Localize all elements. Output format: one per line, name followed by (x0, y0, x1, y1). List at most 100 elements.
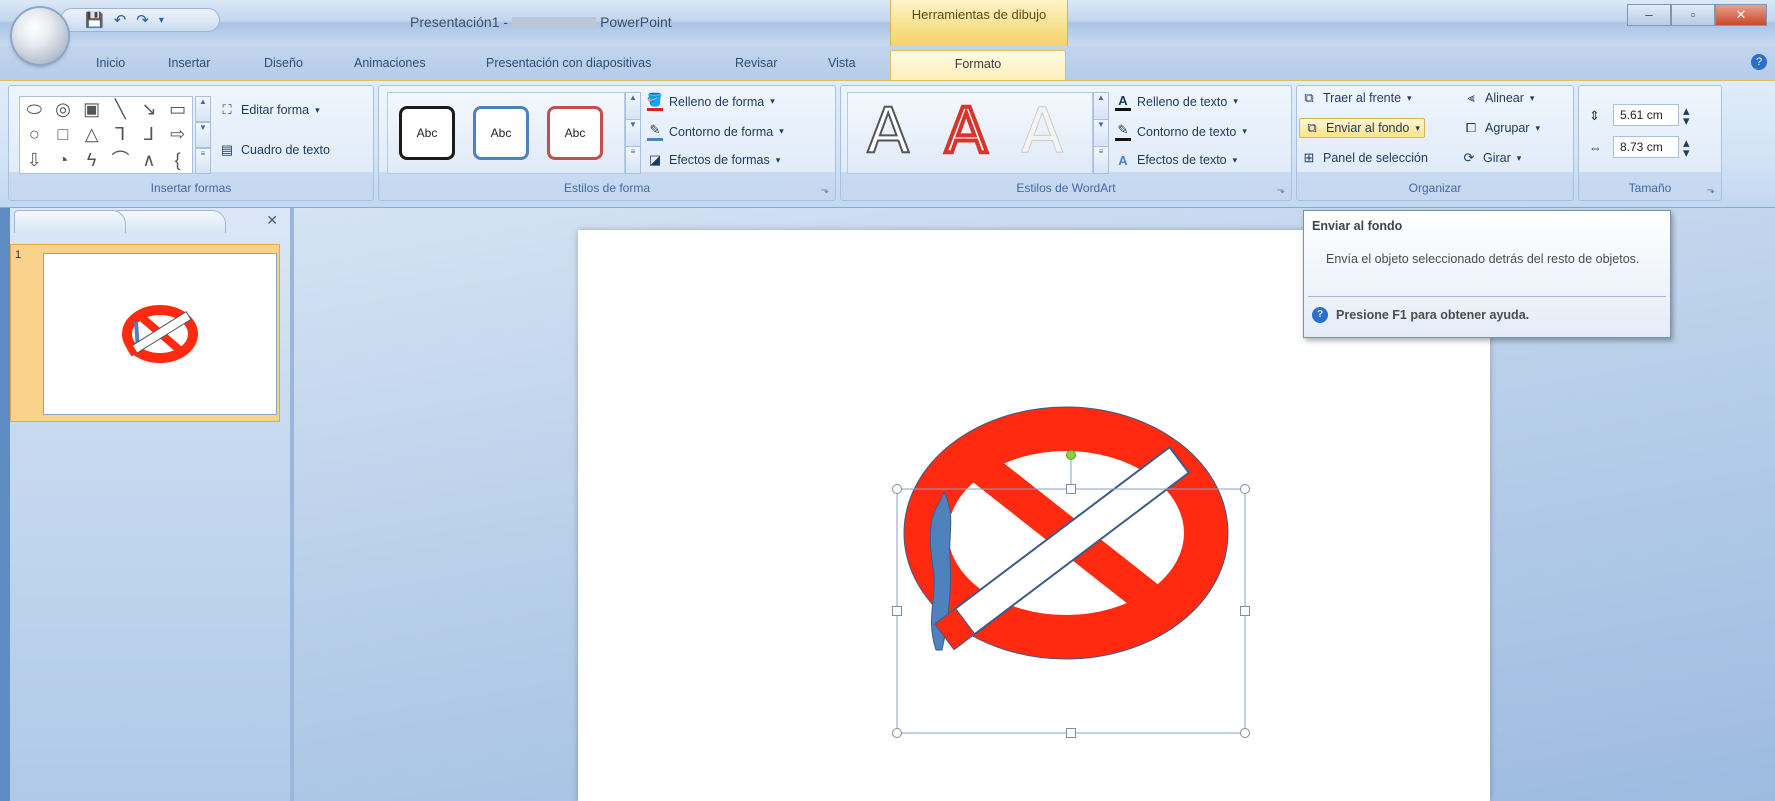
dialog-launcher-icon[interactable]: ⬎ (1277, 185, 1285, 196)
tab-formato[interactable]: Formato (890, 50, 1066, 80)
contorno-de-forma-button[interactable]: ✎ Contorno de forma ▾ (647, 122, 784, 141)
resize-handle-top-left[interactable] (892, 484, 902, 494)
styles-scroll-up[interactable]: ▲ (625, 92, 641, 120)
elbow-arrow-icon[interactable]: ⅃ (135, 122, 164, 147)
panel-de-seleccion-button[interactable]: ⊞ Panel de selección (1301, 150, 1428, 166)
slide-thumbnail-selected[interactable]: 1 (10, 244, 280, 422)
girar-button[interactable]: ⟳ Girar ▾ (1461, 150, 1522, 166)
shape-style-preset-2[interactable]: Abc (473, 106, 529, 160)
traer-al-frente-button[interactable]: ⧉ Traer al frente ▾ (1301, 90, 1411, 106)
resize-handle-top-right[interactable] (1240, 484, 1250, 494)
gallery-scroll-down[interactable]: ▼ (195, 122, 211, 148)
styles-scroll-down[interactable]: ▼ (625, 119, 641, 147)
relleno-de-forma-button[interactable]: 🪣 Relleno de forma ▾ (647, 92, 775, 111)
dialog-launcher-icon[interactable]: ⬎ (1707, 185, 1715, 196)
height-spinner[interactable]: ▴ ▾ (1683, 104, 1690, 127)
tooltip-description: Envía el objeto seleccionado detrás del … (1326, 252, 1640, 266)
styles-more[interactable]: ≡ (625, 146, 641, 174)
tab-inicio[interactable]: Inicio (96, 56, 125, 70)
shapes-gallery[interactable]: ⬭ ◎ ▣ ╲ ↘ ▭ ○ □ △ ⅂ ⅃ ⇨ ⇩ ◔ ϟ ⌒ ∧ { (19, 96, 193, 174)
wordart-style-outline[interactable]: A (866, 95, 910, 167)
triangle-shape-icon[interactable]: △ (77, 122, 106, 147)
resize-handle-bottom-right[interactable] (1240, 728, 1250, 738)
tab-vista[interactable]: Vista (828, 56, 856, 70)
rectangle-shape-icon[interactable]: ▭ (163, 97, 192, 122)
wordart-style-light[interactable]: A (1020, 95, 1063, 166)
alinear-button[interactable]: ⫷ Alinear ▾ (1463, 90, 1534, 106)
brace-shape-icon[interactable]: { (163, 148, 192, 173)
tab-slides[interactable] (14, 210, 126, 233)
maximize-button[interactable]: ▫ (1671, 4, 1715, 26)
shape-style-preset-3[interactable]: Abc (547, 106, 603, 160)
angle-shape-icon[interactable]: ∧ (135, 148, 164, 173)
wordart-scroll-up[interactable]: ▲ (1093, 92, 1109, 120)
office-button[interactable] (12, 8, 68, 64)
enviar-al-fondo-button[interactable]: ⧉ Enviar al fondo ▾ (1299, 118, 1425, 138)
send-to-back-icon: ⧉ (1307, 120, 1317, 135)
undo-icon[interactable]: ↶ (114, 11, 127, 29)
group-icon: ⧠ (1465, 120, 1477, 135)
pane-tabs: ✕ (10, 208, 290, 234)
width-spinner[interactable]: ▴ ▾ (1683, 136, 1690, 159)
minimize-button[interactable]: – (1627, 4, 1671, 26)
resize-handle-left[interactable] (892, 606, 902, 616)
relleno-de-texto-button[interactable]: A Relleno de texto ▾ (1115, 92, 1238, 111)
slide-thumbnail[interactable] (43, 253, 277, 415)
shape-style-preset-1[interactable]: Abc (399, 106, 455, 160)
gallery-scroll-up[interactable]: ▲ (195, 96, 211, 122)
line-shape-icon[interactable]: ╲ (106, 97, 135, 122)
editar-forma-button[interactable]: ⛶ Editar forma ▾ (219, 102, 319, 118)
tab-animaciones[interactable]: Animaciones (354, 56, 426, 70)
wordart-more[interactable]: ≡ (1093, 146, 1109, 174)
agrupar-button[interactable]: ⧠ Agrupar ▾ (1463, 120, 1540, 136)
resize-handle-bottom[interactable] (1066, 728, 1076, 738)
tab-outline[interactable] (114, 210, 226, 233)
tab-presentacion[interactable]: Presentación con diapositivas (486, 56, 651, 70)
dialog-launcher-icon[interactable]: ⬎ (821, 185, 829, 196)
right-arrow-shape-icon[interactable]: ⇨ (163, 122, 192, 147)
redo-icon[interactable]: ↷ (136, 11, 149, 29)
down-arrow-shape-icon[interactable]: ⇩ (20, 148, 49, 173)
resize-handle-top[interactable] (1066, 484, 1076, 494)
cuadro-de-texto-button[interactable]: ▤ Cuadro de texto (219, 142, 330, 158)
rotation-handle[interactable] (1066, 450, 1076, 460)
bring-to-front-icon: ⧉ (1304, 90, 1314, 105)
close-pane-icon[interactable]: ✕ (266, 212, 278, 229)
arrow-line-shape-icon[interactable]: ↘ (135, 97, 164, 122)
resize-handle-bottom-left[interactable] (892, 728, 902, 738)
contorno-de-texto-button[interactable]: ✎ Contorno de texto ▾ (1115, 122, 1247, 141)
elbow-connector-icon[interactable]: ⅂ (106, 122, 135, 147)
ribbon: ⬭ ◎ ▣ ╲ ↘ ▭ ○ □ △ ⅂ ⅃ ⇨ ⇩ ◔ ϟ ⌒ ∧ { ▲ ▼ … (0, 80, 1775, 208)
tab-diseno[interactable]: Diseño (264, 56, 303, 70)
tab-revisar[interactable]: Revisar (735, 56, 777, 70)
tab-insertar[interactable]: Insertar (168, 56, 210, 70)
wordart-style-red[interactable]: A (943, 94, 989, 168)
close-button[interactable]: ✕ (1715, 4, 1767, 26)
curve-shape-icon[interactable]: ⌒ (106, 148, 135, 173)
ellipse-shape-icon[interactable]: ○ (20, 122, 49, 147)
customize-qat-icon[interactable]: ▾ (159, 15, 164, 26)
efectos-de-formas-button[interactable]: ◪ Efectos de formas ▾ (647, 152, 780, 168)
text-fill-icon: A (1115, 92, 1131, 111)
textbox-shape-icon[interactable]: ▣ (77, 97, 106, 122)
window-title: Presentación1 - PowerPoint (410, 14, 672, 30)
title-bar: 💾 ↶ ↷ ▾ Presentación1 - PowerPoint Herram… (0, 0, 1775, 47)
lightning-shape-icon[interactable]: ϟ (77, 148, 106, 173)
slide-number: 1 (15, 249, 22, 261)
shape-width-icon: ⇔ (1589, 140, 1602, 155)
freeform-shape-icon[interactable]: ⬭ (20, 97, 49, 122)
save-icon[interactable]: 💾 (85, 11, 104, 29)
curved-shape-icon[interactable]: ◔ (49, 148, 78, 173)
width-input[interactable]: 8.73 cm (1613, 136, 1679, 158)
resize-handle-right[interactable] (1240, 606, 1250, 616)
height-input[interactable]: 5.61 cm (1613, 104, 1679, 126)
help-icon: ? (1312, 307, 1328, 323)
tooltip-help: ? Presione F1 para obtener ayuda. (1312, 307, 1529, 323)
square-shape-icon[interactable]: □ (49, 122, 78, 147)
group-label: Estilos de forma (563, 181, 651, 195)
efectos-de-texto-button[interactable]: A Efectos de texto ▾ (1115, 152, 1237, 168)
gallery-more[interactable]: ≡ (195, 148, 211, 174)
wordart-scroll-down[interactable]: ▼ (1093, 119, 1109, 147)
oval-shape-icon[interactable]: ◎ (49, 97, 78, 122)
help-icon[interactable]: ? (1751, 54, 1767, 70)
